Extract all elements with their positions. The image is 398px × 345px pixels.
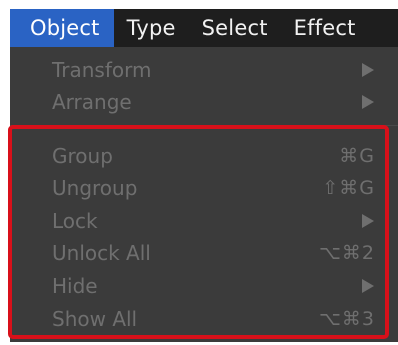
keyboard-shortcut: ⌥⌘3 [319, 308, 375, 330]
menu-item-lock[interactable]: Lock [10, 205, 398, 237]
menu-item-label: Group [52, 144, 113, 168]
menu-item-label: Arrange [52, 90, 132, 114]
menu-object[interactable]: Object [10, 9, 114, 47]
keyboard-shortcut: ⌥⌘2 [319, 242, 375, 264]
keyboard-shortcut: ⇧⌘G [322, 177, 375, 199]
menu-item-label: Lock [52, 209, 98, 233]
object-menu-dropdown: Transform Arrange Group ⌘G Ungroup ⇧⌘G L… [10, 47, 398, 342]
menu-item-label: Transform [52, 58, 152, 82]
screenshot-frame: Object Type Select Effect Transform Arra… [0, 0, 398, 345]
menu-item-transform[interactable]: Transform [10, 54, 398, 86]
keyboard-shortcut: ⌘G [339, 145, 375, 167]
menu-select[interactable]: Select [189, 9, 281, 47]
submenu-arrow-icon [362, 63, 374, 77]
submenu-arrow-icon [362, 279, 374, 293]
submenu-arrow-icon [362, 214, 374, 228]
menu-item-group[interactable]: Group ⌘G [10, 140, 398, 172]
menu-separator [10, 125, 398, 126]
menu-effect[interactable]: Effect [281, 9, 369, 47]
menu-item-show-all[interactable]: Show All ⌥⌘3 [10, 303, 398, 335]
menu-item-ungroup[interactable]: Ungroup ⇧⌘G [10, 172, 398, 204]
menu-type[interactable]: Type [114, 9, 189, 47]
submenu-arrow-icon [362, 95, 374, 109]
menu-item-arrange[interactable]: Arrange [10, 86, 398, 118]
menu-item-label: Ungroup [52, 176, 138, 200]
menu-item-label: Unlock All [52, 241, 151, 265]
menu-item-label: Hide [52, 274, 98, 298]
menu-bar: Object Type Select Effect [10, 9, 398, 47]
menu-item-label: Show All [52, 307, 138, 331]
menu-item-unlock-all[interactable]: Unlock All ⌥⌘2 [10, 237, 398, 269]
menu-item-hide[interactable]: Hide [10, 270, 398, 302]
